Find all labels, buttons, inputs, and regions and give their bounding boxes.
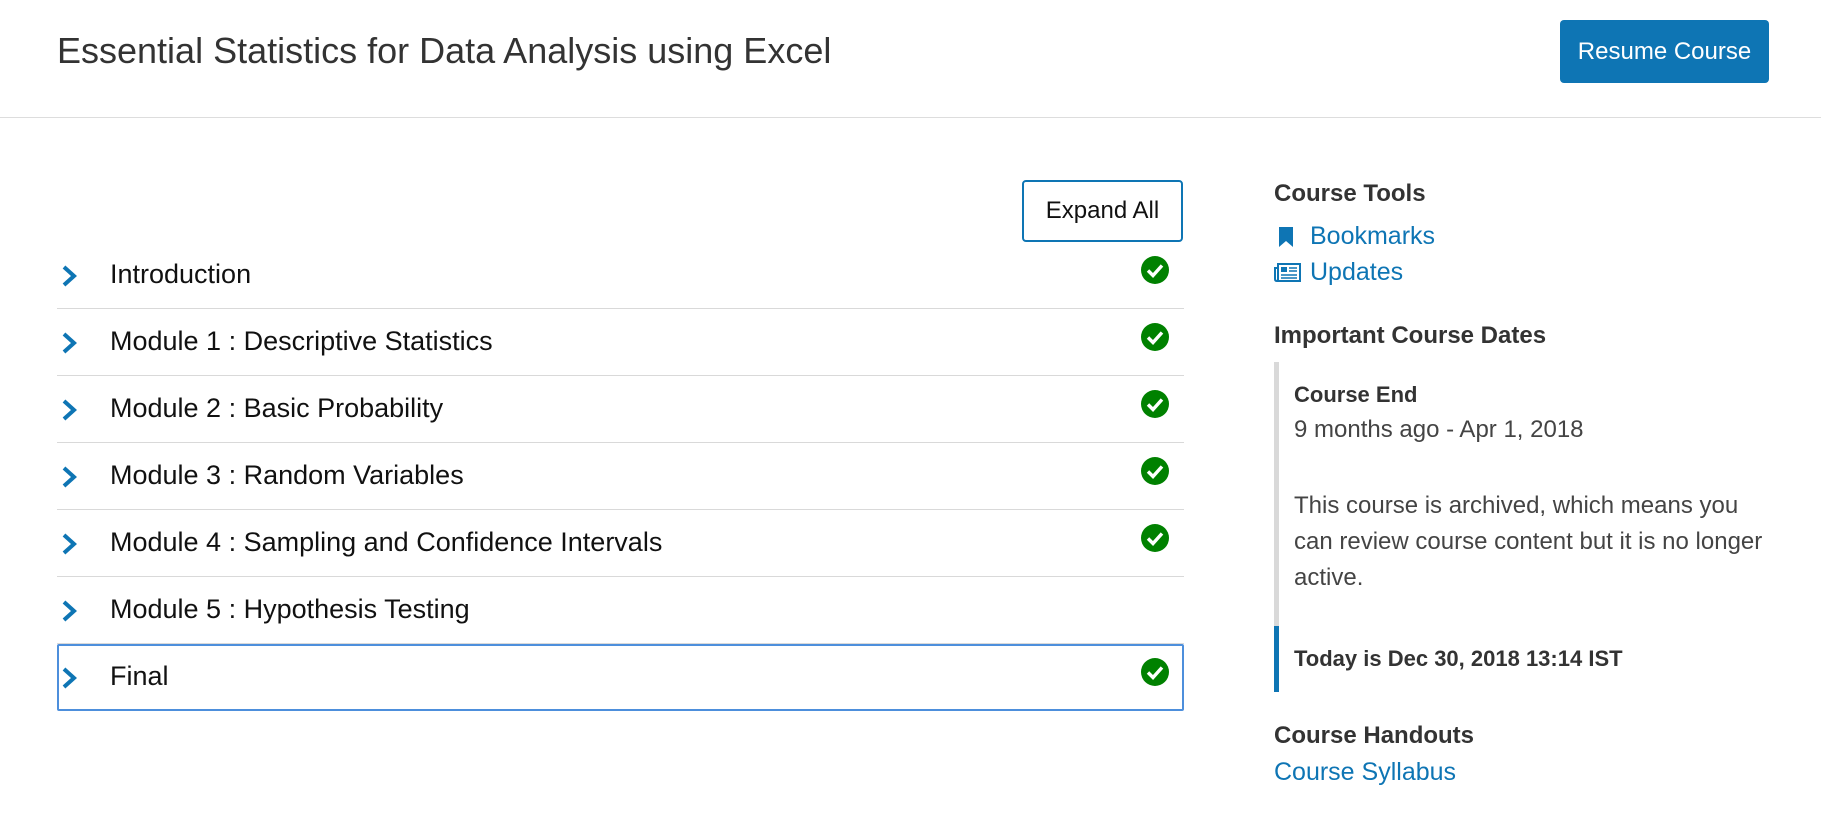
chevron-right-icon: [62, 600, 77, 622]
outline-section-module-2[interactable]: Module 2 : Basic Probability: [57, 376, 1184, 443]
chevron-right-icon: [62, 466, 77, 488]
outline-section-final[interactable]: Final: [57, 644, 1184, 711]
page-title: Essential Statistics for Data Analysis u…: [57, 30, 832, 71]
section-label: Introduction: [110, 259, 252, 289]
course-handouts-heading: Course Handouts: [1274, 722, 1475, 749]
important-dates-heading: Important Course Dates: [1274, 322, 1547, 349]
check-circle-icon: [1141, 658, 1169, 686]
check-circle-icon: [1141, 390, 1169, 418]
bookmark-icon: [1279, 227, 1293, 247]
course-syllabus-link[interactable]: Course Syllabus: [1274, 758, 1456, 787]
chevron-right-icon: [62, 533, 77, 555]
course-outline: Introduction Module 1 : Descriptive Stat…: [57, 242, 1184, 711]
course-end-date: 9 months ago - Apr 1, 2018: [1294, 416, 1584, 443]
outline-section-module-1[interactable]: Module 1 : Descriptive Statistics: [57, 309, 1184, 376]
outline-section-module-5[interactable]: Module 5 : Hypothesis Testing: [57, 577, 1184, 644]
check-circle-icon: [1141, 457, 1169, 485]
outline-section-module-3[interactable]: Module 3 : Random Variables: [57, 443, 1184, 510]
today-marker: [1274, 626, 1279, 692]
section-label: Module 1 : Descriptive Statistics: [110, 326, 493, 356]
chevron-right-icon: [62, 265, 77, 287]
resume-course-button[interactable]: Resume Course: [1560, 20, 1769, 83]
chevron-right-icon: [62, 399, 77, 421]
section-label: Module 2 : Basic Probability: [110, 393, 444, 423]
outline-section-introduction[interactable]: Introduction: [57, 242, 1184, 309]
check-circle-icon: [1141, 524, 1169, 552]
section-label: Final: [110, 661, 169, 691]
check-circle-icon: [1141, 323, 1169, 351]
newspaper-icon: [1274, 263, 1301, 282]
chevron-right-icon: [62, 667, 77, 689]
course-tools-heading: Course Tools: [1274, 180, 1426, 207]
today-date: Today is Dec 30, 2018 13:14 IST: [1294, 646, 1623, 671]
expand-all-button[interactable]: Expand All: [1022, 180, 1183, 242]
check-circle-icon: [1141, 256, 1169, 284]
section-label: Module 3 : Random Variables: [110, 460, 464, 490]
section-label: Module 5 : Hypothesis Testing: [110, 594, 470, 624]
course-end-label: Course End: [1294, 382, 1418, 407]
outline-section-module-4[interactable]: Module 4 : Sampling and Confidence Inter…: [57, 510, 1184, 577]
section-label: Module 4 : Sampling and Confidence Inter…: [110, 527, 663, 557]
archived-note: This course is archived, which means you…: [1294, 492, 1763, 591]
course-dates-panel: Course End 9 months ago - Apr 1, 2018 Th…: [1274, 362, 1762, 692]
course-header: Essential Statistics for Data Analysis u…: [0, 0, 1821, 118]
chevron-right-icon: [62, 332, 77, 354]
